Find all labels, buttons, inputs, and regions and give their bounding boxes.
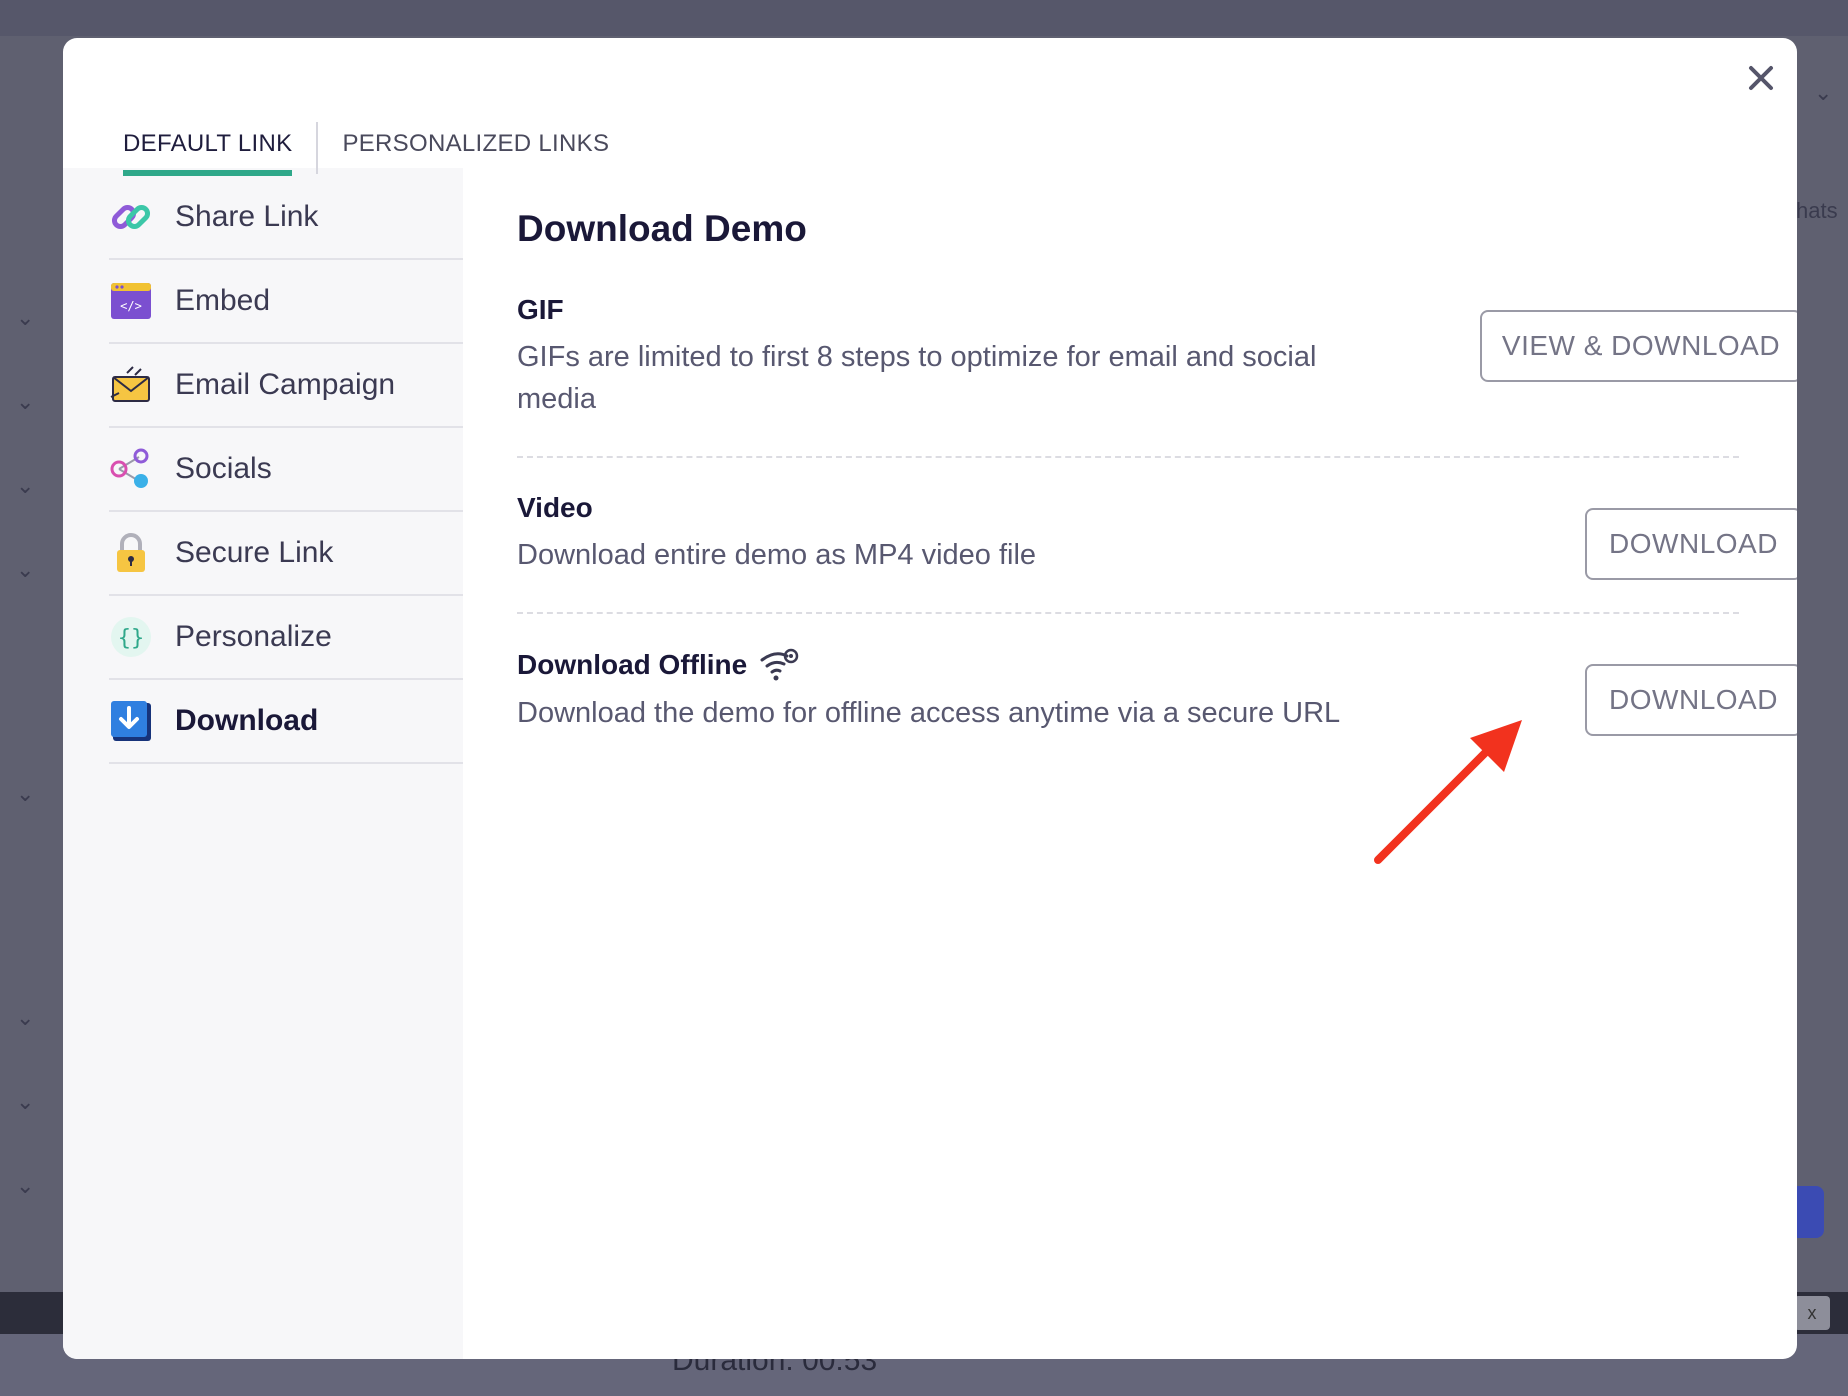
sidebar-item-personalize[interactable]: {} Personalize	[109, 596, 463, 680]
share-modal: Share Link </> Embed Email Campaign Soci…	[63, 38, 1797, 1359]
chevron-down-icon: ⌄	[16, 558, 35, 583]
envelope-icon	[109, 363, 153, 407]
sidebar-item-label: Personalize	[175, 620, 332, 653]
tab-personalized-links[interactable]: PERSONALIZED LINKS	[342, 86, 609, 176]
chevron-down-icon: ⌄	[16, 1090, 35, 1115]
sidebar-item-share-link[interactable]: Share Link	[109, 176, 463, 260]
share-nodes-icon	[109, 447, 153, 491]
section-description: Download the demo for offline access any…	[517, 697, 1341, 729]
view-download-gif-button[interactable]: VIEW & DOWNLOAD	[1480, 310, 1797, 382]
section-title: Download Offline	[517, 649, 748, 680]
section-title: Video	[517, 492, 593, 523]
section-description: Download entire demo as MP4 video file	[517, 539, 1037, 571]
download-arrow-icon	[109, 699, 153, 743]
padlock-icon	[109, 531, 153, 575]
sidebar-item-embed[interactable]: </> Embed	[109, 260, 463, 344]
sidebar-item-label: Email Campaign	[175, 368, 396, 401]
annotation-arrow-icon	[1374, 720, 1522, 864]
download-offline-button[interactable]: DOWNLOAD	[1585, 664, 1797, 736]
video-section: Video Download entire demo as MP4 video …	[517, 492, 1741, 576]
divider	[517, 612, 1739, 614]
chevron-down-icon: ⌄	[16, 390, 35, 415]
sidebar: Share Link </> Embed Email Campaign Soci…	[63, 168, 463, 1359]
chevron-down-icon: ⌄	[1814, 80, 1833, 105]
sidebar-item-email-campaign[interactable]: Email Campaign	[109, 344, 463, 428]
sidebar-item-label: Embed	[175, 284, 271, 317]
chevron-down-icon: ⌄	[16, 306, 35, 331]
download-video-button[interactable]: DOWNLOAD	[1585, 508, 1797, 580]
close-icon	[1749, 66, 1773, 90]
tab-default-link[interactable]: DEFAULT LINK	[123, 86, 293, 176]
sidebar-item-label: Socials	[175, 452, 272, 485]
sidebar-item-label: Download	[175, 704, 319, 737]
embed-code-icon: </>	[109, 279, 153, 323]
chevron-down-icon: ⌄	[16, 1006, 35, 1031]
tab-bar: DEFAULT LINK PERSONALIZED LINKS	[123, 86, 609, 176]
page-title: Download Demo	[517, 208, 807, 249]
tab-divider	[316, 122, 319, 174]
chevron-down-icon: ⌄	[16, 474, 35, 499]
sidebar-item-download[interactable]: Download	[109, 680, 463, 764]
backdrop-text: hats	[1796, 198, 1838, 223]
sidebar-item-label: Share Link	[175, 200, 319, 233]
link-icon	[109, 195, 153, 239]
divider	[517, 456, 1739, 458]
svg-text:{}: {}	[118, 626, 145, 651]
svg-text:</>: </>	[120, 299, 142, 313]
sidebar-item-socials[interactable]: Socials	[109, 428, 463, 512]
close-button[interactable]	[1739, 56, 1783, 100]
chevron-down-icon: ⌄	[16, 782, 35, 807]
sidebar-item-label: Secure Link	[175, 536, 334, 569]
offline-section: Download Offline Download the demo for o…	[517, 648, 1741, 734]
sidebar-item-secure-link[interactable]: Secure Link	[109, 512, 463, 596]
curly-braces-icon: {}	[109, 615, 153, 659]
section-description: GIFs are limited to first 8 steps to opt…	[517, 341, 1317, 415]
chevron-down-icon: ⌄	[16, 1174, 35, 1199]
backdrop-close-button: x	[1794, 1296, 1830, 1330]
backdrop-topbar	[0, 0, 1848, 36]
wifi-off-icon	[759, 648, 799, 682]
section-title-row: Download Offline	[517, 648, 1741, 682]
